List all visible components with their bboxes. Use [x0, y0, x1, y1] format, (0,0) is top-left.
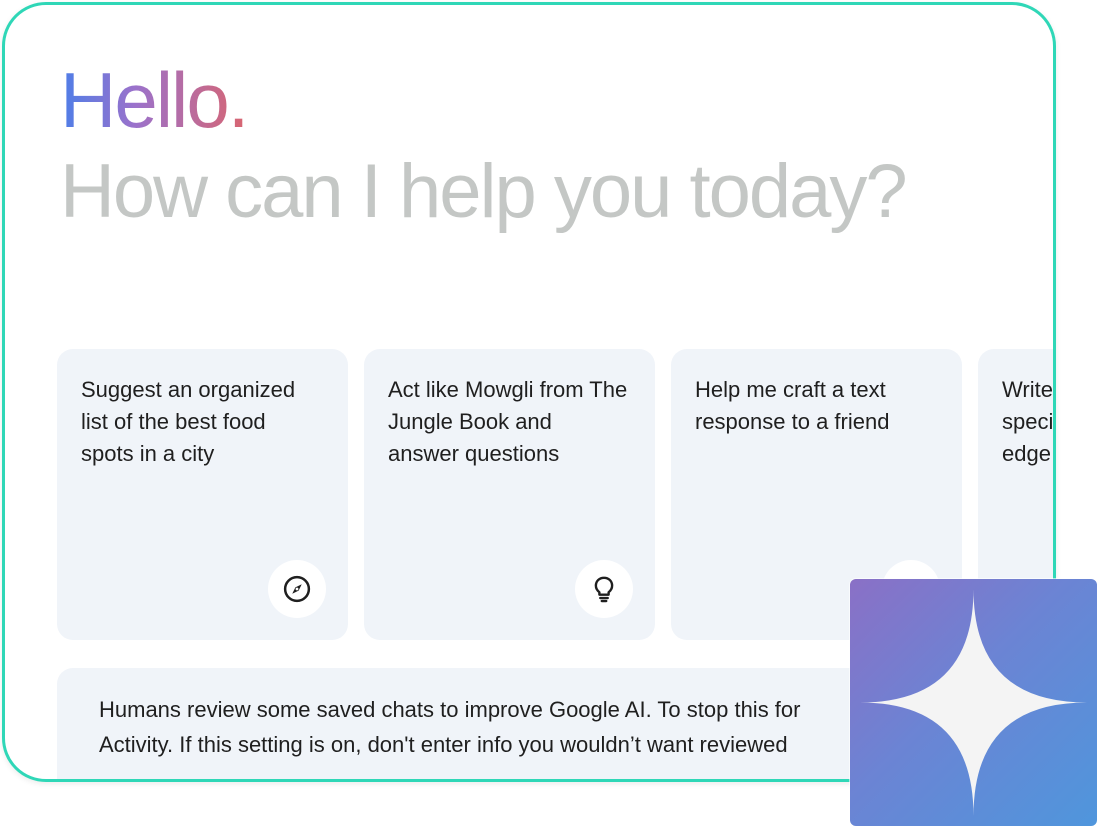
suggestion-card-text: Suggest an organized list of the best fo… [81, 377, 296, 466]
greeting-subtitle: How can I help you today? [60, 149, 908, 234]
gemini-sparkle-icon [860, 589, 1087, 816]
compass-icon [268, 560, 326, 618]
suggestion-card-text: Write specific edge [1002, 377, 1054, 466]
gemini-logo-badge [850, 579, 1097, 826]
suggestion-card-text: Act like Mowgli from The Jungle Book and… [388, 377, 628, 466]
lightbulb-icon [575, 560, 633, 618]
suggestion-card-text: Help me craft a text response to a frien… [695, 377, 890, 434]
greeting-hello: Hello. [60, 56, 249, 144]
app-stage: Hello. How can I help you today? Suggest… [0, 0, 1099, 828]
suggestion-card-mowgli[interactable]: Act like Mowgli from The Jungle Book and… [364, 349, 655, 640]
suggestion-card-food-spots[interactable]: Suggest an organized list of the best fo… [57, 349, 348, 640]
